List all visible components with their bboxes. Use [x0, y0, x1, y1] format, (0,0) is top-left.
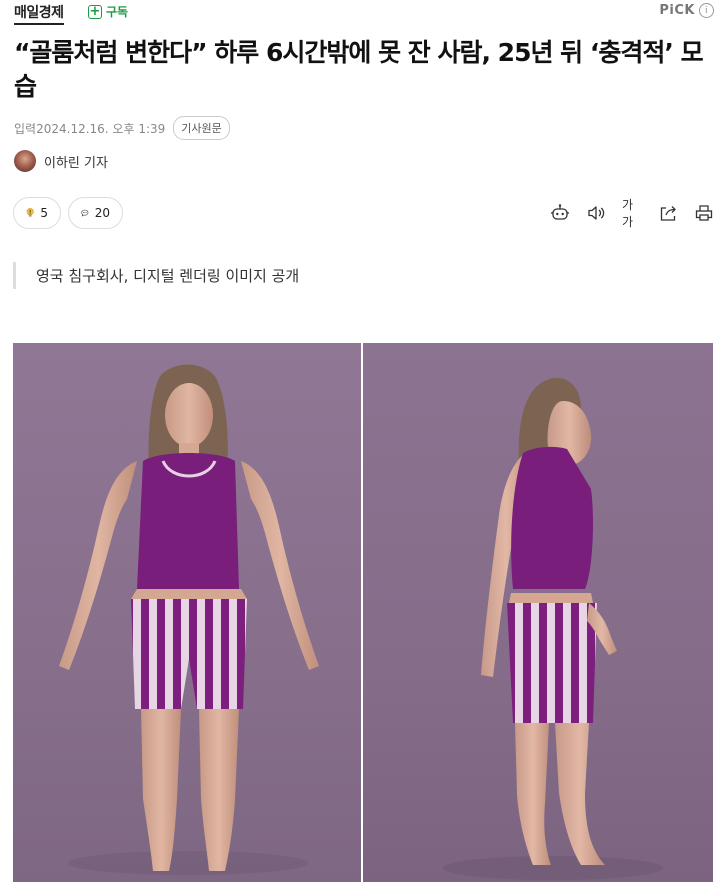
- lightbulb-icon: [26, 208, 34, 217]
- figure-front-illustration: [59, 364, 319, 875]
- subscribe-button[interactable]: + 구독: [88, 3, 128, 20]
- info-icon[interactable]: i: [699, 3, 714, 18]
- pick-badge[interactable]: PiCK i: [659, 3, 714, 18]
- reporter-name: 이하린 기자: [44, 155, 108, 171]
- comment-button[interactable]: 20: [68, 197, 123, 229]
- article-toolbar: 가가: [550, 198, 714, 229]
- plus-icon: +: [88, 4, 102, 19]
- printer-icon: [695, 205, 713, 221]
- font-size-button[interactable]: 가가: [622, 198, 642, 229]
- speech-bubble-icon: [81, 209, 89, 217]
- robot-icon: [551, 204, 569, 220]
- article-meta: 입력2024.12.16. 오후 1:39 기사원문: [14, 116, 230, 140]
- speaker-icon: [588, 206, 605, 220]
- top-bar: 매일경제 + 구독 PiCK i: [0, 0, 728, 26]
- photo-front-view: [13, 343, 361, 882]
- article-photo: [13, 343, 713, 882]
- print-button[interactable]: [694, 203, 714, 223]
- press-logo[interactable]: 매일경제: [14, 2, 64, 25]
- article-subheading: 영국 침구회사, 디지털 렌더링 이미지 공개: [13, 262, 299, 289]
- published-date: 2024.12.16. 오후 1:39: [36, 121, 166, 136]
- reporter-avatar: [14, 150, 36, 172]
- original-article-button[interactable]: 기사원문: [173, 116, 230, 140]
- figure-side-illustration: [443, 377, 663, 880]
- summary-robot-button[interactable]: [550, 203, 570, 223]
- published-label: 입력: [14, 121, 37, 136]
- like-count: 5: [40, 206, 48, 220]
- article-headline: “골룸처럼 변한다” 하루 6시간밖에 못 잔 사람, 25년 뒤 ‘충격적’ …: [14, 38, 704, 101]
- share-button[interactable]: [658, 203, 678, 223]
- subscribe-label: 구독: [106, 5, 129, 19]
- like-reaction-button[interactable]: 5: [13, 197, 61, 229]
- listen-button[interactable]: [586, 203, 606, 223]
- photo-side-view: [363, 343, 713, 882]
- share-icon: [660, 206, 676, 221]
- pick-label: PiCK: [659, 3, 695, 18]
- published-info: 입력2024.12.16. 오후 1:39: [14, 120, 165, 137]
- comment-count: 20: [94, 206, 110, 220]
- reporter-byline[interactable]: 이하린 기자: [14, 150, 108, 172]
